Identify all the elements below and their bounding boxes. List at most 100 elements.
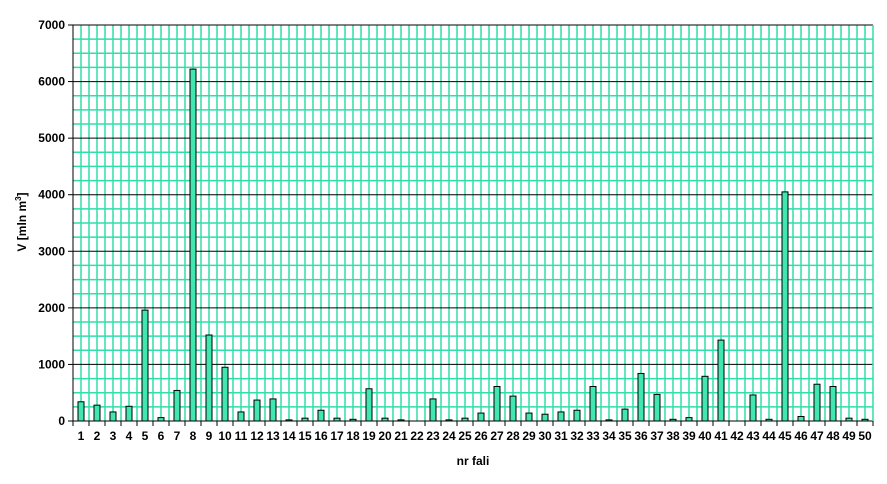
bar-29 xyxy=(525,412,533,422)
x-tick-label: 5 xyxy=(142,429,149,443)
x-tick-label: 23 xyxy=(426,429,440,443)
bar-chart: 01000200030004000500060007000 1234567891… xyxy=(14,18,874,468)
y-tick-label: 6000 xyxy=(38,75,65,89)
bar-8 xyxy=(189,68,197,422)
x-tick-label: 34 xyxy=(602,429,616,443)
bar-28 xyxy=(509,395,517,422)
x-tick-label: 7 xyxy=(174,429,181,443)
bar-37 xyxy=(653,393,661,422)
x-tick-label: 31 xyxy=(554,429,568,443)
x-tick-label: 21 xyxy=(394,429,408,443)
bar-19 xyxy=(365,388,373,422)
y-axis-label-close: ] xyxy=(15,192,29,196)
x-tick-label: 3 xyxy=(110,429,117,443)
x-tick-label: 39 xyxy=(682,429,696,443)
x-tick-label: 6 xyxy=(158,429,165,443)
bar-41 xyxy=(717,339,725,422)
x-axis-label: nr fali xyxy=(457,454,490,468)
bar-7 xyxy=(173,389,181,422)
y-tick-label: 0 xyxy=(58,414,65,428)
x-tick-label: 48 xyxy=(826,429,840,443)
x-tick-label: 19 xyxy=(362,429,376,443)
bar-16 xyxy=(317,409,325,422)
x-tick-label: 8 xyxy=(190,429,197,443)
x-tick-label: 20 xyxy=(378,429,392,443)
bar-43 xyxy=(749,394,757,422)
bar-23 xyxy=(429,398,437,422)
bar-9 xyxy=(205,334,213,422)
chart-container: 0 1000 2000 3000 4000 5000 6000 7000 1234567891… xyxy=(0,0,887,479)
bar-26 xyxy=(477,412,485,422)
x-tick-label: 14 xyxy=(282,429,296,443)
x-tick-label: 33 xyxy=(586,429,600,443)
x-tick-label: 50 xyxy=(858,429,872,443)
bar-1 xyxy=(77,401,85,422)
bar-33 xyxy=(589,385,597,422)
x-tick-label: 29 xyxy=(522,429,536,443)
x-tick-label: 16 xyxy=(314,429,328,443)
x-tick-label: 22 xyxy=(410,429,424,443)
x-tick-label: 37 xyxy=(650,429,664,443)
x-tick-label: 45 xyxy=(778,429,792,443)
bar-48 xyxy=(829,385,837,422)
bar-3 xyxy=(109,411,117,422)
bar-5 xyxy=(141,309,149,422)
bar-32 xyxy=(573,409,581,422)
x-tick-label: 41 xyxy=(714,429,728,443)
x-tick-label: 44 xyxy=(762,429,776,443)
x-tick-label: 49 xyxy=(842,429,856,443)
bar-45 xyxy=(781,191,789,422)
x-tick-label: 9 xyxy=(206,429,213,443)
bar-31 xyxy=(557,411,565,422)
y-tick-label: 2000 xyxy=(38,301,65,315)
x-tick-label: 25 xyxy=(458,429,472,443)
bar-10 xyxy=(221,366,229,422)
y-tick-label: 1000 xyxy=(38,357,65,371)
x-tick-label: 26 xyxy=(474,429,488,443)
x-tick-label: 30 xyxy=(538,429,552,443)
bar-11 xyxy=(237,411,245,422)
x-tick-label: 15 xyxy=(298,429,312,443)
bar-46 xyxy=(797,415,805,422)
bar-40 xyxy=(701,375,709,422)
x-tick-label: 38 xyxy=(666,429,680,443)
x-tick-label: 18 xyxy=(346,429,360,443)
x-tick-label: 1 xyxy=(78,429,85,443)
y-tick-label: 7000 xyxy=(38,18,65,32)
x-tick-label: 2 xyxy=(94,429,101,443)
y-axis-label-main: V [mln m xyxy=(15,201,29,252)
x-tick-label: 24 xyxy=(442,429,456,443)
bar-4 xyxy=(125,405,133,422)
x-tick-label: 42 xyxy=(730,429,744,443)
x-tick-label: 47 xyxy=(810,429,824,443)
x-tick-label: 27 xyxy=(490,429,504,443)
bar-39 xyxy=(685,417,693,422)
x-tick-label: 4 xyxy=(126,429,133,443)
bar-47 xyxy=(813,383,821,422)
bar-30 xyxy=(541,413,549,422)
bar-12 xyxy=(253,399,261,422)
x-tick-labels: 1 2 3 4 5 6 7 8 9 10 11 12 13 14 15 16 17 18 19 20 21 22 23 24 2… xyxy=(78,429,872,443)
y-tick-labels: 0 1000 2000 3000 4000 5000 6000 7000 xyxy=(38,18,65,428)
x-tick-label: 12 xyxy=(250,429,264,443)
y-axis-label: V [mln m3] xyxy=(14,192,29,251)
bar-6 xyxy=(157,417,165,422)
bar-27 xyxy=(493,385,501,422)
bar-35 xyxy=(621,408,629,422)
x-tick-label: 40 xyxy=(698,429,712,443)
x-tick-label: 35 xyxy=(618,429,632,443)
x-tick-label: 13 xyxy=(266,429,280,443)
x-tick-label: 32 xyxy=(570,429,584,443)
bar-13 xyxy=(269,398,277,422)
x-tick-label: 17 xyxy=(330,429,344,443)
y-tick-label: 4000 xyxy=(38,188,65,202)
x-tick-label: 43 xyxy=(746,429,760,443)
y-tick-label: 3000 xyxy=(38,244,65,258)
x-tick-label: 46 xyxy=(794,429,808,443)
x-tick-label: 36 xyxy=(634,429,648,443)
y-tick-label: 5000 xyxy=(38,131,65,145)
bar-36 xyxy=(637,372,645,422)
bar-2 xyxy=(93,404,101,422)
x-tick-label: 28 xyxy=(506,429,520,443)
x-tick-label: 11 xyxy=(235,429,248,443)
